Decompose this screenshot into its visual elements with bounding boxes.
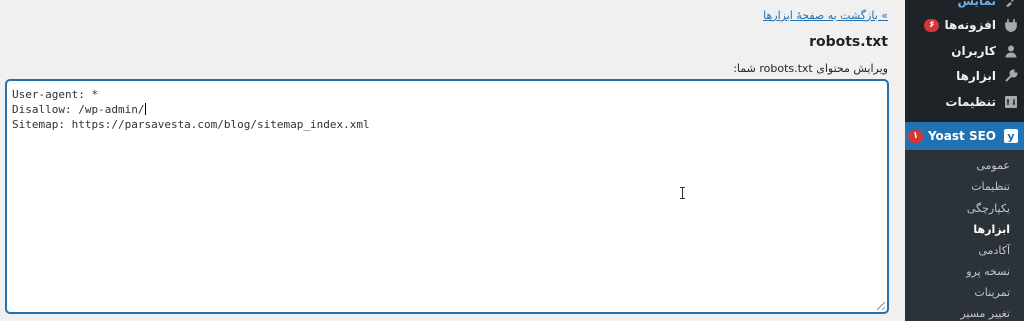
- brush-icon: [1003, 0, 1019, 9]
- submenu-item-premium[interactable]: نسخه پرو: [905, 261, 1024, 282]
- robots-txt-editor[interactable]: User-agent: * Disallow: /wp-admin/ Sitem…: [6, 80, 888, 313]
- submenu-item-workouts[interactable]: تمرینات: [905, 282, 1024, 303]
- ibeam-cursor-icon: [680, 187, 685, 199]
- sidebar-item-label: ابزارها: [956, 69, 996, 83]
- sidebar-item-label: کاربران: [951, 44, 996, 58]
- plugin-icon: [1003, 17, 1019, 33]
- editor-line: User-agent: *: [12, 88, 99, 101]
- sidebar-item-label: Yoast SEO: [927, 129, 996, 143]
- submenu-item-academy[interactable]: آکادمی: [905, 240, 1024, 261]
- settings-icon: [1003, 94, 1019, 110]
- submenu-item-general[interactable]: عمومی: [905, 155, 1024, 176]
- sidebar-item-settings[interactable]: تنظیمات: [905, 89, 1024, 115]
- page-title: robots.txt: [809, 34, 888, 50]
- main-content: » بازگشت به صفحهٔ ابزارها robots.txt ویر…: [0, 0, 905, 321]
- submenu-item-tools[interactable]: ابزارها: [905, 219, 1024, 240]
- admin-sidebar: نمایش افزونه‌ها ۶ کاربران ابزارها تنظیما…: [905, 0, 1024, 321]
- submenu-item-settings[interactable]: تنظیمات: [905, 176, 1024, 197]
- editor-label: ویرایش محتوای robots.txt شما:: [733, 62, 888, 75]
- wrench-icon: [1003, 68, 1019, 84]
- submenu-item-redirects[interactable]: تغییر مسیر: [905, 303, 1024, 321]
- sidebar-item-label: نمایش: [957, 0, 996, 8]
- resize-handle-icon[interactable]: [877, 302, 885, 310]
- user-icon: [1003, 43, 1019, 59]
- sidebar-item-plugins[interactable]: افزونه‌ها ۶: [905, 12, 1024, 38]
- sidebar-item-label: تنظیمات: [945, 95, 996, 109]
- submenu-item-integrations[interactable]: یکپارچگی: [905, 198, 1024, 219]
- editor-line: Disallow: /wp-admin/: [12, 103, 147, 116]
- yoast-icon: y: [1004, 129, 1018, 143]
- text-caret: [145, 103, 147, 115]
- sidebar-item-users[interactable]: کاربران: [905, 38, 1024, 64]
- notification-badge: ۱: [907, 129, 923, 143]
- sidebar-item-label: افزونه‌ها: [944, 18, 996, 32]
- sidebar-item-tools[interactable]: ابزارها: [905, 63, 1024, 89]
- update-count-badge: ۶: [924, 18, 940, 32]
- editor-line: Sitemap: https://parsavesta.com/blog/sit…: [12, 118, 370, 131]
- back-to-tools-link[interactable]: » بازگشت به صفحهٔ ابزارها: [763, 9, 888, 22]
- sidebar-item-yoast-seo[interactable]: y Yoast SEO ۱: [905, 122, 1024, 150]
- yoast-submenu: عمومی تنظیمات یکپارچگی ابزارها آکادمی نس…: [905, 150, 1024, 321]
